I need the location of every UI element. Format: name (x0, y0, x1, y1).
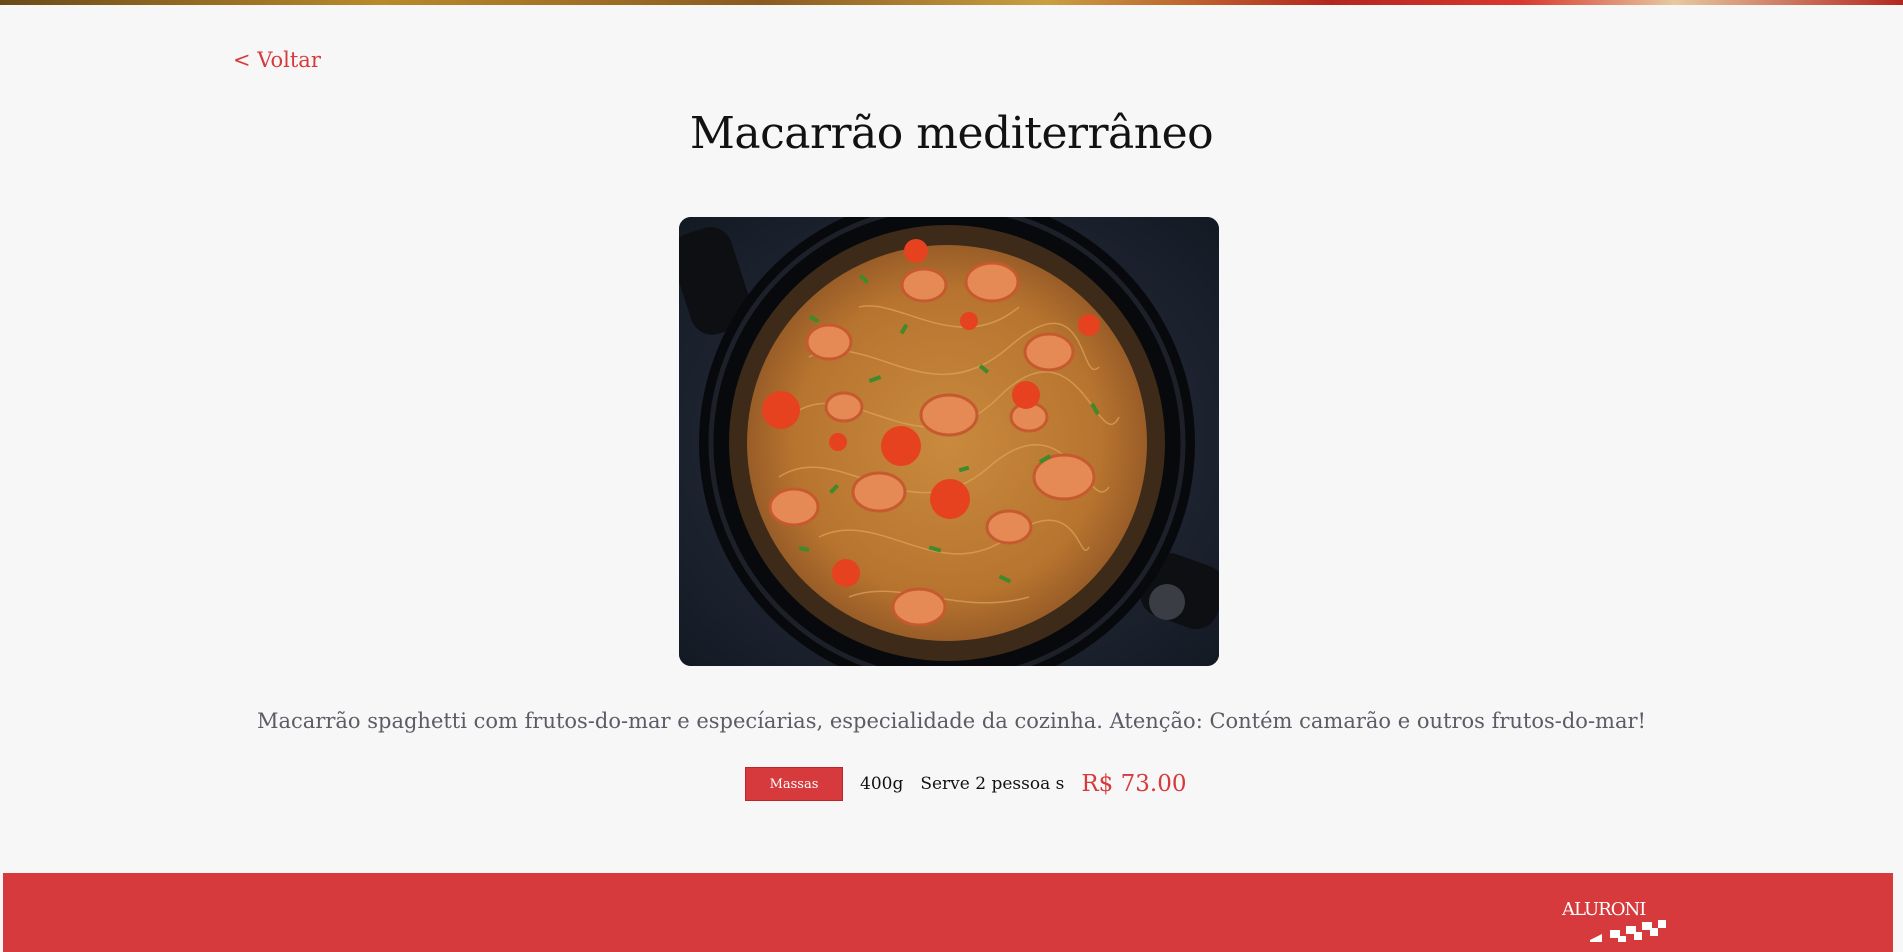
footer-logo: ALURONI (1562, 899, 1646, 920)
top-banner-strip (0, 0, 1903, 5)
dish-meta-row: Massas 400g Serve 2 pessoa s R$ 73.00 (745, 767, 1186, 801)
dish-description: Macarrão spaghetti com frutos-do-mar e e… (257, 709, 1646, 733)
dish-title: Macarrão mediterrâneo (689, 108, 1214, 159)
back-link[interactable]: < Voltar (233, 48, 321, 72)
dish-photo (679, 217, 1219, 666)
dish-weight: 400g (860, 774, 904, 794)
checkered-flag-icon (1590, 920, 1666, 942)
category-badge[interactable]: Massas (745, 767, 843, 801)
dish-serves: Serve 2 pessoa s (920, 774, 1065, 794)
dish-price: R$ 73.00 (1081, 771, 1187, 797)
